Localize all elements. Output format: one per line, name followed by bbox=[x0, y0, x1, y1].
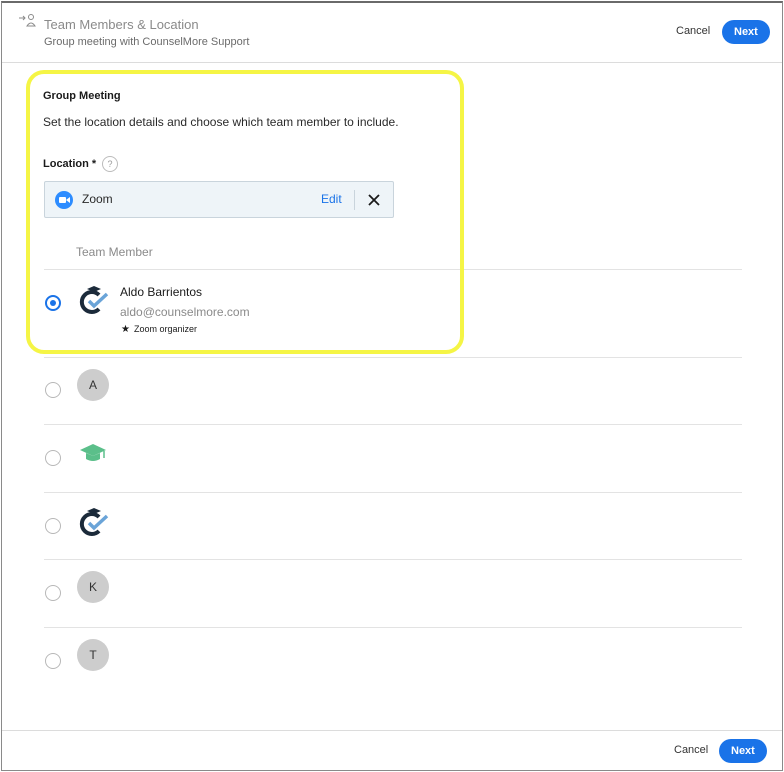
close-icon[interactable] bbox=[364, 190, 384, 210]
page-subtitle: Group meeting with CounselMore Support bbox=[44, 36, 250, 48]
row-divider bbox=[44, 424, 742, 425]
avatar: A bbox=[77, 369, 109, 401]
footer-cancel-button[interactable]: Cancel bbox=[674, 744, 708, 756]
assign-member-icon bbox=[19, 14, 36, 27]
row-divider bbox=[44, 559, 742, 560]
star-icon: ★ bbox=[121, 324, 130, 335]
member-radio[interactable] bbox=[45, 518, 61, 534]
member-name: Aldo Barrientos bbox=[120, 285, 203, 299]
location-label: Location * bbox=[43, 158, 97, 170]
page-title: Team Members & Location bbox=[44, 17, 199, 32]
modal-footer: Cancel Next bbox=[2, 730, 782, 770]
row-divider bbox=[44, 357, 742, 358]
member-radio[interactable] bbox=[45, 450, 61, 466]
avatar: K bbox=[77, 571, 109, 603]
member-radio-selected[interactable] bbox=[45, 295, 61, 311]
cancel-button[interactable]: Cancel bbox=[676, 25, 710, 37]
row-divider bbox=[44, 492, 742, 493]
avatar: T bbox=[77, 639, 109, 671]
location-value: Zoom bbox=[82, 192, 113, 206]
zoom-organizer-badge: ★ Zoom organizer bbox=[121, 324, 197, 335]
zoom-icon bbox=[55, 191, 73, 209]
modal-window: Team Members & Location Group meeting wi… bbox=[1, 1, 783, 771]
divider bbox=[354, 190, 355, 210]
help-icon[interactable]: ? bbox=[102, 156, 118, 172]
next-button[interactable]: Next bbox=[722, 20, 770, 44]
member-radio[interactable] bbox=[45, 585, 61, 601]
counselmore-logo-icon bbox=[79, 286, 109, 314]
team-member-column-header: Team Member bbox=[76, 245, 153, 259]
counselmore-logo-icon bbox=[79, 508, 109, 536]
row-divider bbox=[44, 269, 742, 270]
footer-next-button[interactable]: Next bbox=[719, 739, 767, 763]
member-radio[interactable] bbox=[45, 653, 61, 669]
location-field: Zoom Edit bbox=[44, 181, 394, 218]
edit-location-link[interactable]: Edit bbox=[321, 192, 342, 206]
member-email: aldo@counselmore.com bbox=[120, 305, 250, 319]
modal-header: Team Members & Location Group meeting wi… bbox=[2, 3, 782, 63]
graduation-cap-icon bbox=[80, 444, 106, 461]
row-divider bbox=[44, 627, 742, 628]
member-radio[interactable] bbox=[45, 382, 61, 398]
section-description: Set the location details and choose whic… bbox=[43, 115, 399, 129]
section-title: Group Meeting bbox=[43, 90, 121, 102]
